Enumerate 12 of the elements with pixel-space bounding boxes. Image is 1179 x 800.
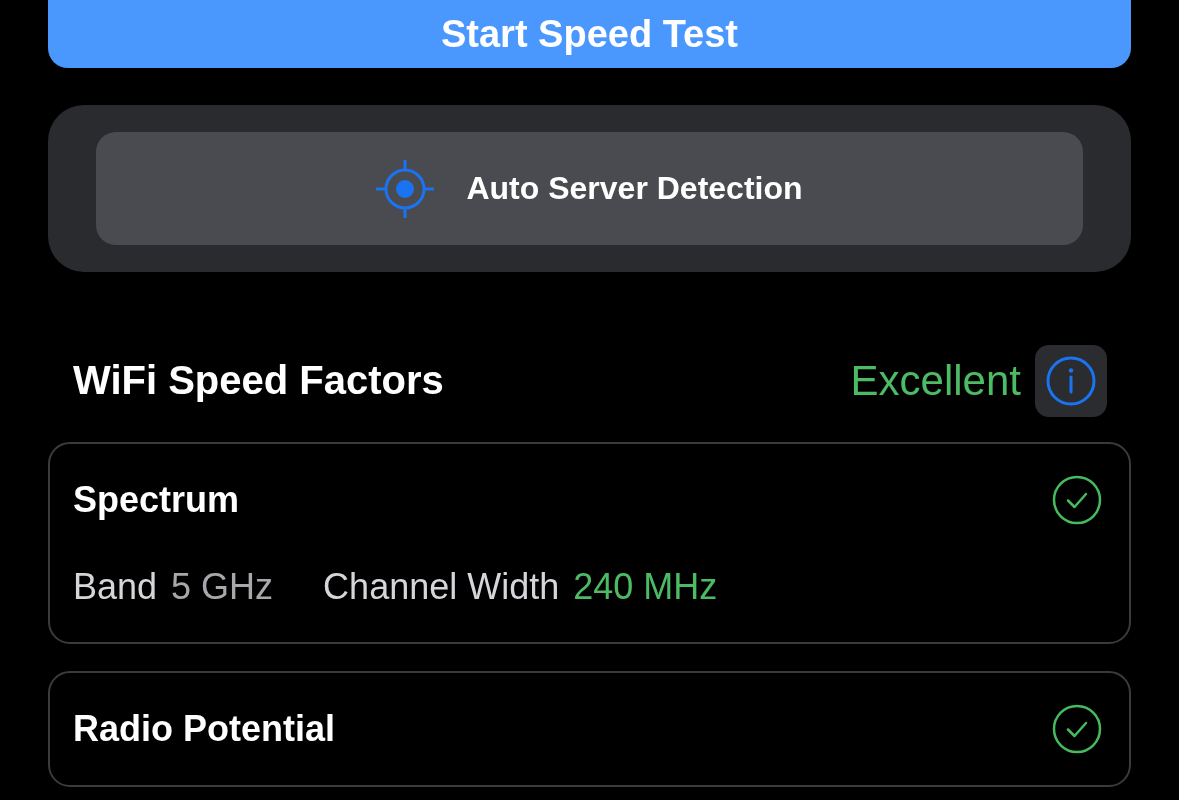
info-icon bbox=[1046, 355, 1096, 406]
section-title: WiFi Speed Factors bbox=[73, 358, 444, 403]
field-label: Channel Width bbox=[323, 566, 560, 608]
crosshair-icon bbox=[376, 159, 435, 218]
rating-label: Excellent bbox=[850, 356, 1021, 405]
field-value: 5 GHz bbox=[171, 566, 274, 608]
field-value: 240 MHz bbox=[573, 566, 718, 608]
field-label: Band bbox=[73, 566, 158, 608]
info-button[interactable] bbox=[1035, 344, 1107, 417]
auto-server-button[interactable]: Auto Server Detection bbox=[96, 132, 1083, 245]
card-title: Radio Potential bbox=[73, 708, 336, 750]
card-title: Spectrum bbox=[73, 479, 240, 521]
